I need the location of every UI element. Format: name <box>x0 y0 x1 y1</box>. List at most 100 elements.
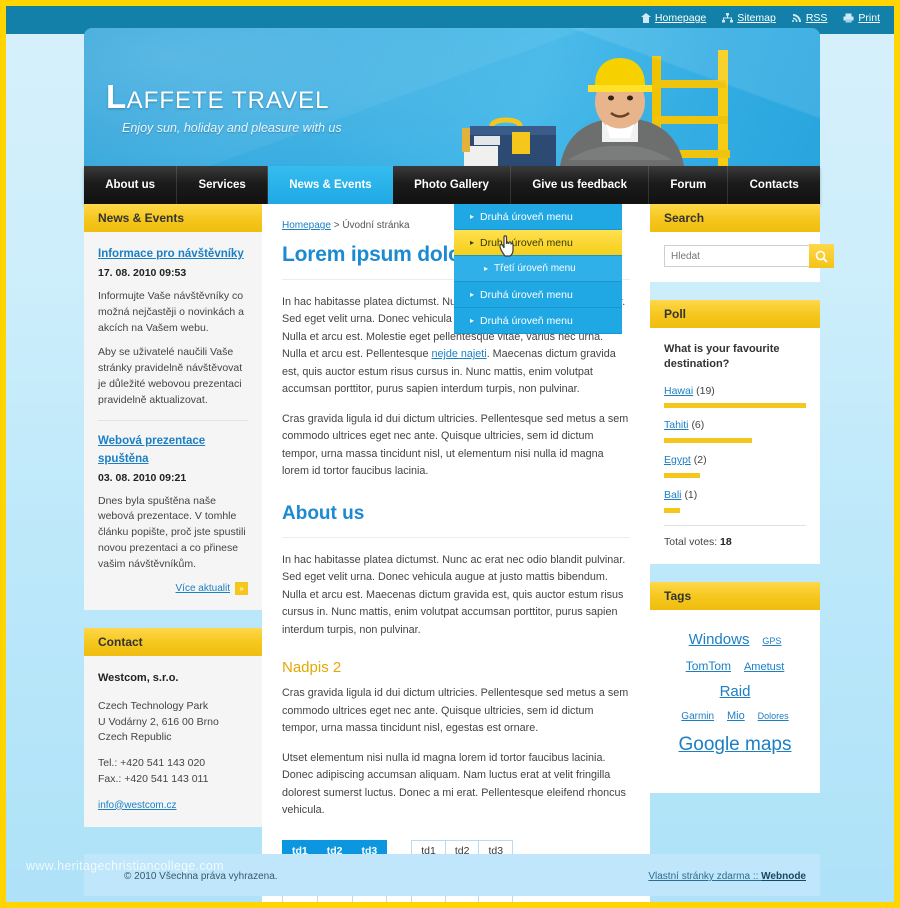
poll-option: Egypt (2) <box>664 453 806 478</box>
news-box: News & Events Informace pro návštěvníky … <box>84 204 262 611</box>
nav-item-about-us[interactable]: About us <box>84 166 178 204</box>
worker-photo-icon <box>462 50 730 166</box>
intro-paragraph-2: Cras gravida ligula id dui dictum ultric… <box>282 412 629 478</box>
poll-option-label-row: Bali (1) <box>664 488 806 504</box>
site-wrapper: LAFFETE TRAVEL Enjoy sun, holiday and pl… <box>84 28 834 902</box>
rss-icon <box>791 14 801 22</box>
nav-item-services[interactable]: Services <box>177 166 269 204</box>
contact-address-line: U Vodárny 2, 616 00 Brno <box>98 715 219 728</box>
site-title: LAFFETE TRAVEL <box>106 78 330 116</box>
submenu-item-level3[interactable]: ▸ Třetí úroveň menu <box>454 256 622 282</box>
breadcrumb-home-link[interactable]: Homepage <box>282 220 331 231</box>
submenu-item-level2[interactable]: ▸ Druhá úroveň menu <box>454 308 622 334</box>
poll-option: Tahiti (6) <box>664 418 806 444</box>
right-sidebar: Search Hledat Poll What is your favourit… <box>650 204 834 803</box>
search-input[interactable] <box>664 245 809 267</box>
sitemap-icon <box>722 13 734 23</box>
chevron-right-icon: ▸ <box>470 290 475 299</box>
utility-link-label: Sitemap <box>737 12 776 24</box>
utility-link-homepage[interactable]: Homepage <box>640 12 707 24</box>
tag-link-tomtom[interactable]: TomTom <box>686 659 731 673</box>
chevron-right-icon[interactable]: » <box>235 582 248 596</box>
news-list-item: Webová prezentace spuštěna 03. 08. 2010 … <box>98 433 248 572</box>
news-more-row: Více aktualit » <box>98 581 248 596</box>
contact-email-link[interactable]: info@westcom.cz <box>98 800 177 811</box>
tag-link-ametust[interactable]: Ametust <box>744 661 784 673</box>
nav-item-forum[interactable]: Forum <box>649 166 729 204</box>
tag-link-mio[interactable]: Mio <box>727 710 745 722</box>
poll-option: Hawai (19) <box>664 384 806 409</box>
more-news-link[interactable]: Více aktualit <box>176 581 230 596</box>
utility-link-label: Homepage <box>654 12 707 24</box>
utility-link-rss[interactable]: RSS <box>791 12 828 24</box>
tags-box-title: Tags <box>650 582 820 611</box>
contact-phone: Tel.: +420 541 143 020 <box>98 757 206 769</box>
footer-credit-brand[interactable]: Webnode <box>761 871 806 882</box>
chevron-right-icon: ▸ <box>470 316 475 325</box>
site-header: LAFFETE TRAVEL Enjoy sun, holiday and pl… <box>84 28 820 166</box>
poll-question: What is your favourite destination? <box>664 343 780 370</box>
site-tagline: Enjoy sun, holiday and pleasure with us <box>122 121 342 135</box>
poll-option-count: (2) <box>693 454 707 467</box>
search-icon <box>815 250 828 263</box>
contact-fax: Fax.: +420 541 143 011 <box>98 772 209 785</box>
nav-item-contacts[interactable]: Contacts <box>728 166 820 204</box>
tag-link-raid[interactable]: Raid <box>720 683 751 700</box>
nav-item-news-events[interactable]: News & Events <box>268 166 393 204</box>
tag-link-dolores[interactable]: Dolores <box>758 711 789 721</box>
nadpis2-paragraph-2: Utset elementum nisi nulla id magna lore… <box>282 751 626 817</box>
tags-box: Tags Windows GPS TomTom Ametust Raid Gar… <box>650 582 820 794</box>
contact-address-line: Czech Republic <box>98 731 172 744</box>
submenu-item-level2[interactable]: ▸ Druhá úroveň menu <box>454 204 622 230</box>
poll-option-count: (19) <box>696 384 715 397</box>
poll-option-bar <box>664 507 680 513</box>
poll-option-label-row: Egypt (2) <box>664 453 806 469</box>
submenu-item-level2-hovered[interactable]: ▸ Druhá úroveň menu <box>454 230 622 256</box>
nav-item-photo-gallery[interactable]: Photo Gallery <box>393 166 512 204</box>
chevron-right-icon: ▸ <box>470 238 475 247</box>
tag-link-gps[interactable]: GPS <box>762 636 781 646</box>
search-row <box>664 244 834 268</box>
tag-link-windows[interactable]: Windows <box>689 631 750 648</box>
poll-option-bar <box>664 403 806 409</box>
content-columns: News & Events Informace pro návštěvníky … <box>84 204 834 902</box>
utility-link-sitemap[interactable]: Sitemap <box>722 12 776 24</box>
nadpis2-paragraph-1: Cras gravida ligula id dui dictum ultric… <box>282 687 629 735</box>
poll-option-link[interactable]: Hawai <box>664 385 693 397</box>
tag-cloud: Windows GPS TomTom Ametust Raid Garmin M… <box>660 616 810 777</box>
news-item-paragraph: Aby se uživatelé naučili Vaše stránky pr… <box>98 346 243 406</box>
utility-link-label: RSS <box>805 12 828 24</box>
news-list-item: Informace pro návštěvníky 17. 08. 2010 0… <box>98 246 248 408</box>
printer-icon <box>843 13 854 23</box>
left-sidebar: News & Events Informace pro návštěvníky … <box>84 204 262 837</box>
nav-item-give-us-feedback[interactable]: Give us feedback <box>511 166 650 204</box>
tag-link-google-maps[interactable]: Google maps <box>678 734 791 755</box>
tag-link-garmin[interactable]: Garmin <box>681 711 714 722</box>
site-title-rest: AFFETE TRAVEL <box>126 87 330 114</box>
news-item-title-link[interactable]: Webová prezentace spuštěna <box>98 433 248 468</box>
poll-box: Poll What is your favourite destination?… <box>650 300 820 565</box>
chevron-right-icon: ▸ <box>470 212 475 221</box>
poll-option-label-row: Tahiti (6) <box>664 418 806 434</box>
poll-box-title: Poll <box>650 300 820 328</box>
news-item-title-link[interactable]: Informace pro návštěvníky <box>98 246 248 263</box>
header-illustration <box>440 28 820 166</box>
search-box-title: Search <box>650 204 820 232</box>
poll-option-link[interactable]: Tahiti <box>664 419 689 431</box>
chevron-right-icon: ▸ <box>484 264 489 273</box>
footer-credit[interactable]: Vlastní stránky zdarma :: Webnode <box>648 863 806 882</box>
poll-option-link[interactable]: Egypt <box>664 454 691 466</box>
site-footer: © 2010 Všechna práva vyhrazena. Vlastní … <box>84 854 820 896</box>
submenu-item-level2[interactable]: ▸ Druhá úroveň menu <box>454 282 622 308</box>
utility-link-print[interactable]: Print <box>843 12 880 24</box>
about-paragraph: In hac habitasse platea dictumst. Nunc a… <box>282 553 626 636</box>
poll-option-label-row: Hawai (19) <box>664 384 806 400</box>
page-background: Homepage Sitemap RSS Print LAFFETE TRAVE… <box>6 6 894 902</box>
search-button[interactable] <box>809 244 834 268</box>
inline-link[interactable]: nejde najeti <box>431 348 486 360</box>
toolbox-icon <box>462 117 556 166</box>
footer-credit-link[interactable]: Vlastní stránky zdarma :: <box>648 871 761 882</box>
news-item-paragraph: Informujte Vaše návštěvníky co možná nej… <box>98 290 244 334</box>
news-item-date: 17. 08. 2010 09:53 <box>98 267 187 280</box>
poll-option-link[interactable]: Bali <box>664 489 682 501</box>
